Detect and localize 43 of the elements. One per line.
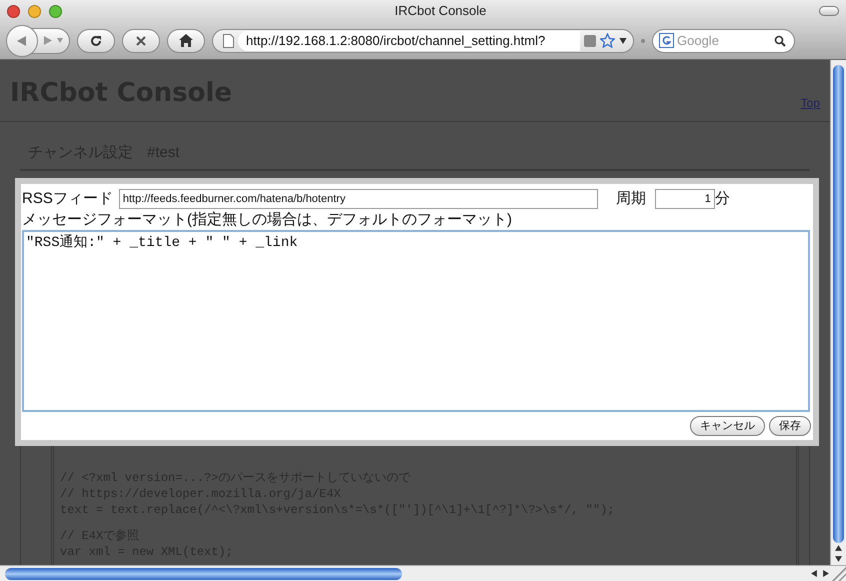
close-icon[interactable] — [7, 4, 20, 18]
scroll-left-icon[interactable] — [811, 570, 817, 577]
toolbar-toggle-icon[interactable] — [819, 6, 839, 16]
period-unit: 分 — [714, 188, 730, 209]
stop-button[interactable] — [122, 28, 160, 52]
star-icon[interactable] — [600, 33, 615, 48]
address-bar[interactable]: http://192.168.1.2:8080/ircbot/channel_setting.html? — [212, 28, 634, 52]
forward-icon[interactable] — [43, 36, 52, 45]
page-icon — [223, 34, 234, 48]
back-forward-control[interactable] — [7, 28, 70, 54]
reload-button[interactable] — [77, 28, 115, 52]
back-icon — [17, 36, 27, 46]
scroll-right-icon[interactable] — [823, 570, 829, 577]
rss-feed-field[interactable]: http://feeds.feedburner.com/hatena/b/hotentry — [118, 189, 598, 209]
zoom-icon[interactable] — [49, 4, 62, 18]
minimize-icon[interactable] — [28, 4, 41, 18]
period-field[interactable]: 1 — [654, 189, 715, 209]
vertical-scrollbar[interactable] — [830, 60, 846, 565]
back-button[interactable] — [6, 24, 38, 56]
window-title: IRCbot Console — [394, 2, 488, 20]
save-button[interactable]: 保存 — [769, 416, 811, 436]
period-label: 周期 — [616, 188, 646, 209]
search-icon[interactable] — [774, 34, 786, 46]
reload-icon — [89, 34, 103, 48]
scroll-thumb[interactable] — [833, 65, 844, 543]
cancel-button[interactable]: キャンセル — [690, 416, 765, 436]
close-icon — [135, 34, 147, 46]
resize-handle-icon[interactable] — [641, 38, 645, 42]
rss-feed-label: RSSフィード — [22, 188, 113, 209]
format-label: メッセージフォーマット(指定無しの場合は、デフォルトのフォーマット) — [22, 210, 513, 230]
search-input[interactable]: Google — [677, 30, 771, 50]
resize-grip-icon[interactable] — [832, 566, 846, 580]
horizontal-scrollbar[interactable] — [0, 565, 846, 581]
scroll-up-icon[interactable] — [835, 545, 842, 551]
home-button[interactable] — [167, 28, 205, 52]
search-field[interactable]: Google — [652, 28, 795, 52]
format-field[interactable]: "RSS通知:" + _title + " " + _link — [22, 230, 810, 412]
url-text: http://192.168.1.2:8080/ircbot/channel_setting.html? — [246, 32, 546, 50]
home-icon — [179, 34, 193, 47]
dropdown-icon[interactable] — [619, 38, 627, 44]
scroll-thumb[interactable] — [5, 568, 402, 580]
search-engine-icon[interactable] — [659, 33, 674, 48]
scroll-down-icon[interactable] — [835, 556, 842, 562]
